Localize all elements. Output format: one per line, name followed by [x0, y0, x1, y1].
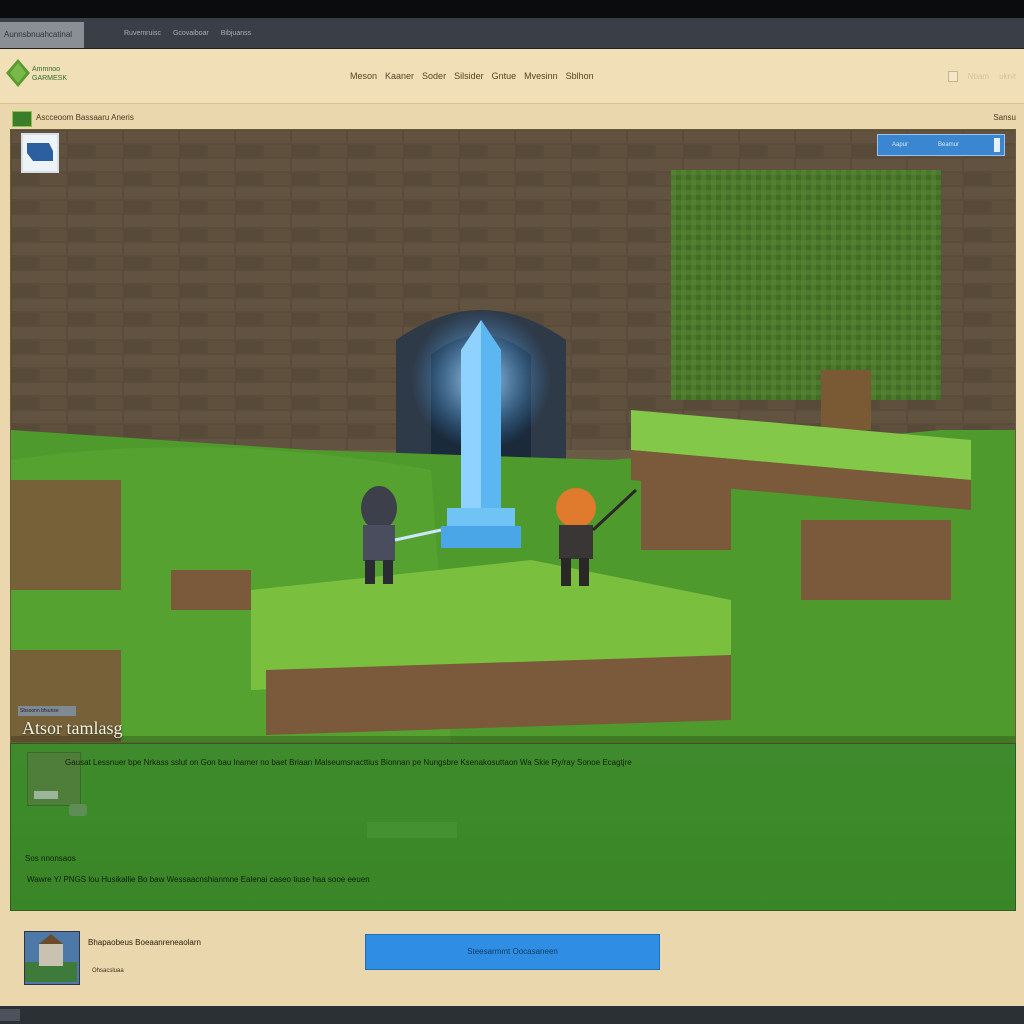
- taskbar-button[interactable]: [0, 1009, 20, 1021]
- primary-action-button[interactable]: Steesarmmt Oocasaneen: [365, 934, 660, 970]
- bookmark-link[interactable]: Gcovaiboar: [173, 30, 209, 37]
- main-nav: Meson Kaaner Soder Silsider Gntue Mvesin…: [350, 71, 594, 81]
- brand-text: Ammnoo GARMESK: [32, 66, 68, 82]
- game-title-bar: Ascceoom Bassaaru Aneris Sansu: [10, 109, 1016, 127]
- product-subtitle: Ohsacsluaa: [92, 968, 124, 974]
- pillar-base: [447, 508, 515, 528]
- web-page: Ammnoo GARMESK Meson Kaaner Soder Silsid…: [0, 49, 1024, 1006]
- game-title: Ascceoom Bassaaru Aneris: [36, 113, 134, 122]
- browser-toolbar: Aunnsbnuahcatinal Ruvemruisc Gcovaiboar …: [0, 18, 1024, 49]
- product-thumbnail[interactable]: [24, 931, 80, 985]
- browser-tab[interactable]: Aunnsbnuahcatinal: [0, 22, 84, 48]
- header-action-link[interactable]: uknit: [999, 72, 1016, 81]
- product-title[interactable]: Bhapaobeus Boeaanreneaolarn: [88, 938, 201, 947]
- taskbar: [0, 1006, 1024, 1024]
- small-badge: [69, 804, 87, 816]
- site-header: Ammnoo GARMESK Meson Kaaner Soder Silsid…: [0, 49, 1024, 104]
- faded-label: [367, 822, 457, 838]
- minimap[interactable]: [21, 133, 59, 173]
- diamond-logo-icon[interactable]: [6, 59, 30, 87]
- game-viewport[interactable]: Aapur Beamur: [10, 129, 1016, 743]
- overlay-tag: Sbsoonn bfsunse: [18, 706, 76, 716]
- user-icon[interactable]: [947, 71, 958, 82]
- nav-item[interactable]: Kaaner: [385, 71, 414, 81]
- description-text: Gausat Lessnuer bpe Nrkass sslut on Gon …: [65, 758, 632, 767]
- description-footer-text: Wawre Y/ PNGS lou Husikallie Bo baw Wess…: [27, 875, 370, 884]
- game-bar-right-label[interactable]: Sansu: [993, 113, 1016, 122]
- nav-item[interactable]: Gntue: [492, 71, 517, 81]
- game-scene: [11, 130, 1015, 742]
- os-top-bar: [0, 0, 1024, 18]
- nav-item[interactable]: Mvesinn: [524, 71, 558, 81]
- description-panel: Gausat Lessnuer bpe Nrkass sslut on Gon …: [10, 743, 1016, 911]
- nav-item[interactable]: Soder: [422, 71, 446, 81]
- nav-item[interactable]: Meson: [350, 71, 377, 81]
- hud-status-bar[interactable]: Aapur Beamur: [877, 134, 1005, 156]
- overlay-title: Atsor tamlasg: [22, 718, 123, 738]
- nav-item[interactable]: Silsider: [454, 71, 484, 81]
- tree-canopy: [671, 170, 941, 400]
- header-action-link[interactable]: Nbam: [968, 72, 989, 81]
- game-icon: [12, 111, 32, 127]
- nav-item[interactable]: Sblhon: [566, 71, 594, 81]
- description-subheading: Sos nnonsaos: [25, 854, 76, 863]
- bookmark-links: Ruvemruisc Gcovaiboar Bibjuanss: [124, 30, 251, 37]
- bookmark-link[interactable]: Ruvemruisc: [124, 30, 161, 37]
- header-actions: Nbam uknit: [947, 71, 1016, 82]
- bookmark-link[interactable]: Bibjuanss: [221, 30, 251, 37]
- dirt-block: [11, 480, 121, 590]
